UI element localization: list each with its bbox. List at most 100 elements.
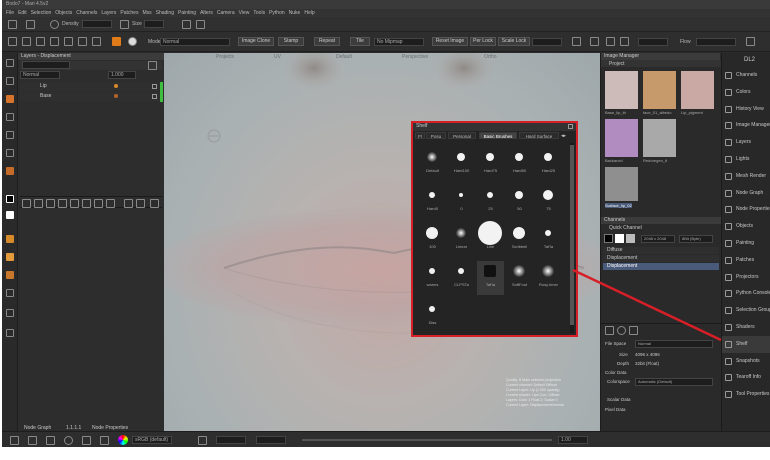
viewport-tab-projects[interactable]: Projects xyxy=(216,54,234,60)
stamp-tool-icon[interactable] xyxy=(78,37,87,46)
brush-preset[interactable]: Diss xyxy=(419,299,446,333)
paint-icon[interactable] xyxy=(112,37,121,46)
brush-preset[interactable]: CLPSTa xyxy=(448,261,475,295)
grid-tool-icon[interactable] xyxy=(6,309,14,317)
menu-item[interactable]: Patches xyxy=(120,9,138,17)
brush-preset[interactable]: Line xyxy=(477,221,504,257)
polygon-icon[interactable] xyxy=(82,436,91,445)
menu-item[interactable]: Alters xyxy=(200,9,213,17)
palette-tab[interactable]: Image Manager xyxy=(722,117,770,134)
bottom-slider[interactable] xyxy=(302,439,552,441)
palette-tab[interactable]: Shelf xyxy=(722,335,770,353)
move-icon[interactable] xyxy=(28,436,37,445)
channel-depth-dropdown[interactable]: 8Bit (Byte) xyxy=(679,235,713,243)
new-file-icon[interactable] xyxy=(8,37,17,46)
palette-tab[interactable]: Channels xyxy=(722,67,770,84)
document-icon[interactable] xyxy=(36,37,45,46)
palette-tab[interactable]: Projectors xyxy=(722,269,770,286)
brush-preset[interactable]: 25 xyxy=(477,185,504,219)
repeat-button[interactable]: Repeat xyxy=(314,37,340,46)
file-space-dropdown[interactable]: Normal xyxy=(635,340,713,348)
shelf-scrollbar[interactable] xyxy=(570,143,574,333)
brush-preset[interactable]: Hard25 xyxy=(535,147,562,181)
menu-item[interactable]: Painting xyxy=(178,9,196,17)
lock-icon[interactable] xyxy=(124,199,133,208)
stamp-button[interactable]: Stamp xyxy=(278,37,304,46)
layer-row[interactable]: Lip xyxy=(20,82,162,91)
pixel-data-header[interactable]: Pixel Data xyxy=(605,407,626,412)
shelf-tab[interactable]: Posu xyxy=(426,132,446,139)
mirror-icon[interactable] xyxy=(590,37,599,46)
palette-tab[interactable]: Selection Groups xyxy=(722,302,770,319)
menu-item[interactable]: Channels xyxy=(76,9,97,17)
measure-tool-icon[interactable] xyxy=(6,289,14,297)
tile-button[interactable]: Tile xyxy=(350,37,370,46)
bottom-field-2[interactable] xyxy=(256,436,286,444)
measure-icon[interactable] xyxy=(198,436,207,445)
palette-tab[interactable]: Node Properties xyxy=(722,201,770,218)
density-field[interactable] xyxy=(82,20,112,28)
shelf-tab[interactable]: Personal xyxy=(448,132,476,139)
reset-image-button[interactable]: Reset Image xyxy=(432,37,468,46)
palette-tab[interactable]: Colors xyxy=(722,84,770,101)
menu-item[interactable]: Tools xyxy=(253,9,265,17)
x-field[interactable] xyxy=(638,38,668,46)
menu-item[interactable]: Help xyxy=(304,9,314,17)
menu-item[interactable]: Objects xyxy=(55,9,72,17)
bottom-field-1[interactable] xyxy=(216,436,246,444)
channel-color-swatch-white[interactable] xyxy=(615,234,624,243)
select-tool-icon[interactable] xyxy=(6,59,14,67)
brush-preset[interactable]: Hard0 xyxy=(419,185,446,219)
mode-dropdown[interactable]: Normal xyxy=(160,38,230,46)
node-graph-tab[interactable]: Node Graph xyxy=(24,425,51,431)
shelf-scrollbar-thumb[interactable] xyxy=(570,145,574,325)
menu-item[interactable]: Camera xyxy=(217,9,235,17)
image-thumbnail[interactable] xyxy=(643,119,676,157)
brush-preset[interactable]: Hard50 xyxy=(506,147,533,181)
brush-preset[interactable]: warms xyxy=(419,261,446,295)
menu-item[interactable]: Mss xyxy=(142,9,151,17)
foreground-color-swatch[interactable] xyxy=(6,195,14,203)
lock-value-field[interactable] xyxy=(532,38,562,46)
menu-item[interactable]: Nuke xyxy=(289,9,301,17)
channel-settings-icon[interactable] xyxy=(617,326,626,335)
menu-item[interactable]: Selection xyxy=(31,9,52,17)
brush-preset[interactable]: Default xyxy=(419,147,446,181)
down-arrow-icon[interactable] xyxy=(46,436,55,445)
viewport-tab-perspective[interactable]: Perspective xyxy=(402,54,428,60)
image-thumbnail[interactable] xyxy=(605,119,638,157)
snap-tool-icon[interactable] xyxy=(6,329,14,337)
smudge-tool-icon[interactable] xyxy=(6,113,14,121)
brush-preset[interactable]: Linear xyxy=(448,223,475,257)
link-icon[interactable] xyxy=(606,37,615,46)
shelf-tab[interactable]: Fl xyxy=(415,132,425,139)
per-lock-button[interactable]: Per Lock xyxy=(470,37,496,46)
undo-icon[interactable] xyxy=(10,436,19,445)
viewport-tab-ortho[interactable]: Ortho xyxy=(484,54,497,60)
duplicate-layer-icon[interactable] xyxy=(34,199,43,208)
options-icon[interactable] xyxy=(746,37,755,46)
brush-preset[interactable]: 0 xyxy=(448,185,475,219)
merge-icon[interactable] xyxy=(94,199,103,208)
brush-preset[interactable]: Taf'ia xyxy=(477,261,504,295)
shelf-tab[interactable]: Basic Brushes xyxy=(479,132,517,139)
eyedropper-tool-icon[interactable] xyxy=(6,167,14,175)
shelf-tab-arrows[interactable]: ◂▸ xyxy=(561,133,566,139)
delete-layer-icon[interactable] xyxy=(150,199,159,208)
layer-opacity-field[interactable]: 1.000 xyxy=(108,71,136,79)
rotate-icon[interactable] xyxy=(572,37,581,46)
channel-resolution-dropdown[interactable]: 2048 x 2048 xyxy=(641,235,675,243)
orange-tool-icon[interactable] xyxy=(6,253,14,261)
viewport-tab-default[interactable]: Default xyxy=(336,54,352,60)
palette-tab[interactable]: Objects xyxy=(722,218,770,235)
menu-item[interactable]: File xyxy=(6,9,14,17)
brush-preset[interactable]: Rosy.Inner xyxy=(535,261,562,295)
group-icon[interactable] xyxy=(58,199,67,208)
grid-icon[interactable] xyxy=(8,20,17,29)
copy-icon[interactable] xyxy=(182,20,191,29)
adjust-layer-icon[interactable] xyxy=(70,199,79,208)
channel-delete-icon[interactable] xyxy=(629,326,638,335)
viewport-tab-uv[interactable]: UV xyxy=(274,54,281,60)
brush-tool-icon[interactable] xyxy=(64,37,73,46)
menu-item[interactable]: View xyxy=(239,9,250,17)
